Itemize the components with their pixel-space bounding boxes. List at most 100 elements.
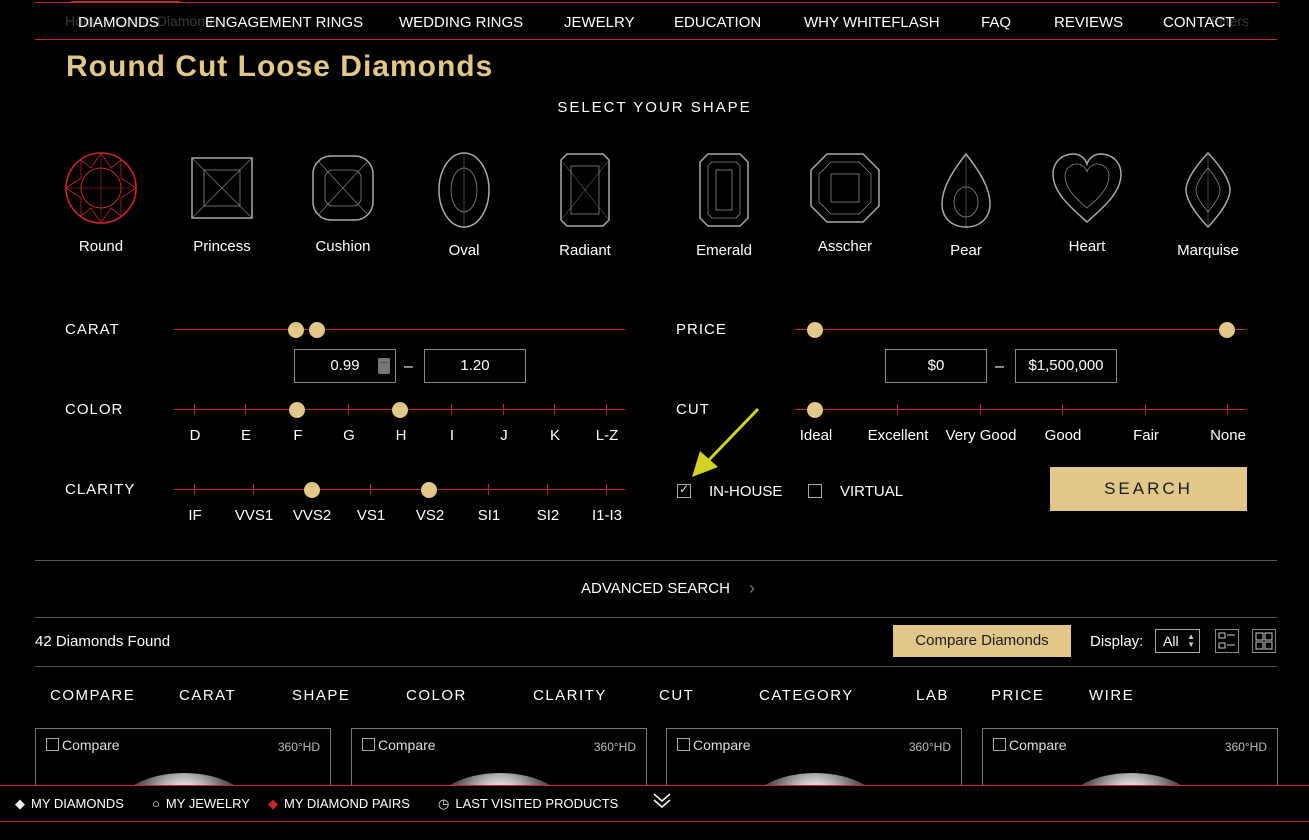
carat-range-dash: – xyxy=(404,358,413,375)
column-shape[interactable]: SHAPE xyxy=(292,687,350,704)
grid-view-icon[interactable] xyxy=(1252,629,1276,653)
color-grade-label: I xyxy=(449,427,455,444)
price-slider-track[interactable] xyxy=(795,329,1246,330)
color-grade-label: D xyxy=(189,427,201,444)
clarity-grade-label: SI1 xyxy=(477,507,501,524)
shape-emerald[interactable]: Emerald xyxy=(674,150,774,259)
nav-wedding-rings[interactable]: WEDDING RINGS xyxy=(399,14,523,31)
carat-min-input[interactable]: 0.99 ··· xyxy=(294,349,396,383)
clarity-tick xyxy=(606,484,607,495)
column-compare[interactable]: COMPARE xyxy=(50,687,135,704)
column-category[interactable]: CATEGORY xyxy=(759,687,854,704)
clarity-label: CLARITY xyxy=(65,481,136,498)
my-diamonds-label: MY DIAMONDS xyxy=(31,796,124,811)
360-hd-badge[interactable]: 360°HD xyxy=(278,740,320,754)
display-label: Display: xyxy=(1090,633,1144,650)
shape-heart[interactable]: Heart xyxy=(1037,150,1137,255)
clarity-tick xyxy=(370,484,371,495)
clarity-to-handle[interactable] xyxy=(421,482,437,498)
cut-slider-track[interactable] xyxy=(795,409,1246,410)
cut-tick xyxy=(897,404,898,415)
column-color[interactable]: COLOR xyxy=(406,687,467,704)
column-price[interactable]: PRICE xyxy=(991,687,1044,704)
compare-checkbox[interactable] xyxy=(993,738,1006,751)
shape-pear[interactable]: Pear xyxy=(916,150,1016,259)
color-tick xyxy=(245,404,246,415)
column-carat[interactable]: CARAT xyxy=(179,687,236,704)
divider xyxy=(35,560,1277,561)
shape-princess[interactable]: Princess xyxy=(172,150,272,255)
shape-label-emerald: Emerald xyxy=(696,242,752,259)
shape-marquise[interactable]: Marquise xyxy=(1158,150,1258,259)
list-view-icon[interactable] xyxy=(1215,629,1239,653)
radiant-shape-icon xyxy=(560,153,610,227)
price-min-handle[interactable] xyxy=(807,322,823,338)
shape-label-heart: Heart xyxy=(1068,238,1106,255)
search-button[interactable]: SEARCH xyxy=(1050,467,1247,511)
chevron-double-down-icon[interactable] xyxy=(652,792,672,815)
shape-oval[interactable]: Oval xyxy=(414,150,514,259)
nav-education[interactable]: EDUCATION xyxy=(674,14,761,31)
virtual-label: VIRTUAL xyxy=(840,483,904,500)
carat-max-handle[interactable] xyxy=(309,322,325,338)
compare-checkbox[interactable] xyxy=(46,738,59,751)
divider xyxy=(35,617,1277,618)
price-min-input[interactable]: $0 xyxy=(885,349,987,383)
price-max-input[interactable]: $1,500,000 xyxy=(1015,349,1117,383)
shape-cushion[interactable]: Cushion xyxy=(293,150,393,255)
cut-tick xyxy=(1062,404,1063,415)
color-to-handle[interactable] xyxy=(392,402,408,418)
nav-why-whiteflash[interactable]: WHY WHITEFLASH xyxy=(804,14,940,31)
clarity-slider-track[interactable] xyxy=(174,489,625,490)
nav-jewelry[interactable]: JEWELRY xyxy=(564,14,635,31)
360-hd-badge[interactable]: 360°HD xyxy=(594,740,636,754)
carat-min-value: 0.99 xyxy=(330,357,360,374)
column-lab[interactable]: LAB xyxy=(916,687,949,704)
compare-checkbox[interactable] xyxy=(677,738,690,751)
color-from-handle[interactable] xyxy=(289,402,305,418)
nav-diamonds[interactable]: DIAMONDS xyxy=(78,14,159,31)
column-cut[interactable]: CUT xyxy=(659,687,694,704)
carat-min-handle[interactable] xyxy=(288,322,304,338)
emerald-shape-icon xyxy=(699,153,749,227)
nav-engagement-rings[interactable]: ENGAGEMENT RINGS xyxy=(205,14,363,31)
price-max-handle[interactable] xyxy=(1219,322,1235,338)
my-jewelry-link[interactable]: ○ MY JEWELRY xyxy=(152,796,250,811)
in-house-checkbox[interactable] xyxy=(677,482,691,498)
clarity-from-handle[interactable] xyxy=(304,482,320,498)
advanced-search-link[interactable]: ADVANCED SEARCH xyxy=(581,580,730,597)
shape-label-oval: Oval xyxy=(448,242,480,259)
display-select[interactable]: All ▲ ▼ xyxy=(1155,629,1200,653)
nav-faq[interactable]: FAQ xyxy=(981,14,1011,31)
last-visited-link[interactable]: ◷ LAST VISITED PRODUCTS xyxy=(438,796,618,812)
shape-asscher[interactable]: Asscher xyxy=(795,150,895,255)
carat-slider-track[interactable] xyxy=(174,329,625,330)
column-clarity[interactable]: CLARITY xyxy=(533,687,607,704)
clarity-tick xyxy=(194,484,195,495)
cut-tick xyxy=(980,404,981,415)
nav-contact[interactable]: CONTACT xyxy=(1163,14,1234,31)
stepper-icon[interactable]: ··· xyxy=(378,358,390,374)
shape-label-cushion: Cushion xyxy=(315,238,371,255)
nav-reviews[interactable]: REVIEWS xyxy=(1054,14,1123,31)
cut-handle[interactable] xyxy=(807,402,823,418)
diamond-icon: ◆ xyxy=(15,796,25,811)
clarity-grade-label: VS1 xyxy=(356,507,386,524)
color-tick xyxy=(348,404,349,415)
column-wire[interactable]: WIRE xyxy=(1089,687,1134,704)
360-hd-badge[interactable]: 360°HD xyxy=(1225,740,1267,754)
compare-checkbox[interactable] xyxy=(362,738,375,751)
chevron-right-icon[interactable]: › xyxy=(749,578,755,599)
virtual-checkbox[interactable] xyxy=(808,484,822,498)
360-hd-badge[interactable]: 360°HD xyxy=(909,740,951,754)
color-tick xyxy=(451,404,452,415)
clock-icon: ◷ xyxy=(438,796,450,811)
price-min-value: $0 xyxy=(927,357,945,374)
my-diamonds-link[interactable]: ◆ MY DIAMONDS xyxy=(15,796,124,812)
shape-round[interactable]: Round xyxy=(51,150,151,255)
carat-max-input[interactable]: 1.20 xyxy=(424,349,526,383)
shape-label-round: Round xyxy=(78,238,124,255)
my-diamond-pairs-link[interactable]: ◆ MY DIAMOND PAIRS xyxy=(268,796,410,812)
shape-radiant[interactable]: Radiant xyxy=(535,150,635,259)
compare-diamonds-button[interactable]: Compare Diamonds xyxy=(893,625,1071,657)
